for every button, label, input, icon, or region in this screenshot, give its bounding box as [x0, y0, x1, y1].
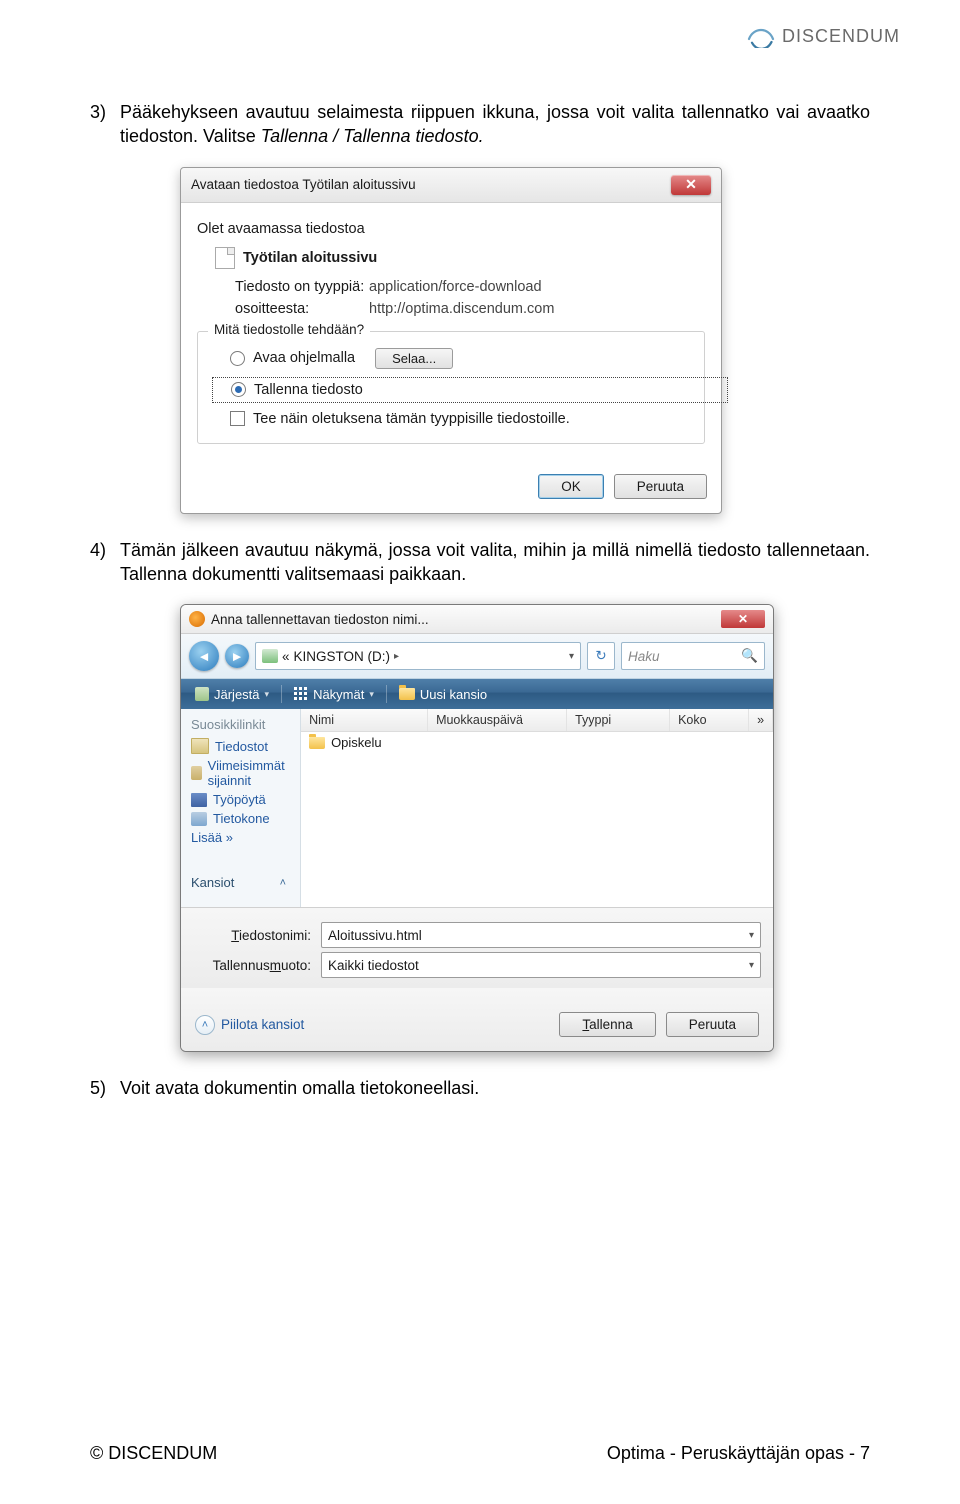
logo-swirl-icon [746, 24, 776, 48]
explorer-sidebar: Suosikkilinkit Tiedostot Viimeisimmät si… [181, 709, 301, 907]
folders-header[interactable]: Kansiot ˄ [191, 875, 290, 890]
close-button[interactable]: ✕ [721, 610, 765, 628]
browse-button[interactable]: Selaa... [375, 348, 453, 369]
refresh-button[interactable]: ↻ [587, 642, 615, 670]
file-row: Työtilan aloitussivu [197, 243, 705, 273]
desktop-icon [191, 793, 207, 807]
action-groupbox: Mitä tiedostolle tehdään? Avaa ohjelmall… [197, 331, 705, 444]
firefox-icon [189, 611, 205, 627]
brand-text: DISCENDUM [782, 26, 900, 47]
group-legend: Mitä tiedostolle tehdään? [208, 322, 370, 337]
filename-combo[interactable]: Aloitussivu.html ▾ [321, 922, 761, 948]
intro-text: Olet avaamassa tiedostoa [197, 221, 705, 237]
chevron-down-icon: ▾ [749, 930, 754, 941]
sidebar-item-computer[interactable]: Tietokone [191, 809, 290, 828]
documents-icon [191, 738, 209, 754]
sidebar-item-desktop[interactable]: Työpöytä [191, 790, 290, 809]
chevron-up-icon: ˄ [195, 1015, 215, 1035]
radio-save[interactable] [231, 382, 246, 397]
drive-icon [262, 649, 278, 663]
sidebar-item-recent[interactable]: Viimeisimmät sijainnit [191, 756, 290, 790]
save-form: TTiedostonimi:iedostonimi: Aloitussivu.h… [181, 908, 773, 988]
saveas-titlebar: Anna tallennettavan tiedoston nimi... ✕ [181, 605, 773, 634]
recent-icon [191, 766, 202, 780]
step-5: 5) Voit avata dokumentin omalla tietokon… [90, 1076, 870, 1100]
explorer-toolbar: Järjestä ▾ Näkymät ▾ Uusi kansio [181, 679, 773, 709]
download-dialog: Avataan tiedostoa Työtilan aloitussivu ✕… [180, 167, 722, 514]
sidebar-more[interactable]: Lisää » [191, 828, 290, 845]
hide-folders-toggle[interactable]: ˄ Piilota kansiot [195, 1015, 304, 1035]
radio-open[interactable] [230, 351, 245, 366]
cancel-button[interactable]: Peruuta [614, 474, 707, 499]
option-open-row[interactable]: Avaa ohjelmalla Selaa... [212, 344, 690, 373]
search-input[interactable]: Haku 🔍 [621, 642, 765, 670]
column-headers[interactable]: Nimi Muokkauspäivä Tyyppi Koko » [301, 709, 773, 732]
dialog-titlebar: Avataan tiedostoa Työtilan aloitussivu ✕ [181, 168, 721, 203]
option-save-row[interactable]: Tallenna tiedosto [212, 377, 728, 403]
remember-row[interactable]: Tee näin oletuksena tämän tyyppisille ti… [212, 407, 690, 431]
chevron-up-icon: ˄ [280, 877, 286, 889]
file-pane: Nimi Muokkauspäivä Tyyppi Koko » Opiskel… [301, 709, 773, 907]
breadcrumb-dropdown-icon[interactable]: ▾ [569, 651, 574, 662]
file-from-row: osoitteesta: http://optima.discendum.com [197, 301, 705, 317]
step-3: 3) Pääkehykseen avautuu selaimesta riipp… [90, 100, 870, 149]
save-button[interactable]: TaTallennallenna [559, 1012, 655, 1037]
nav-row: ◄ ► « KINGSTON (D:)▸ ▾ ↻ Haku 🔍 [181, 634, 773, 679]
search-icon: 🔍 [741, 648, 758, 664]
organize-icon [195, 687, 209, 701]
back-button[interactable]: ◄ [189, 641, 219, 671]
ok-button[interactable]: OK [538, 474, 604, 499]
favorites-header: Suosikkilinkit [191, 717, 290, 732]
views-button[interactable]: Näkymät ▾ [288, 685, 380, 704]
forward-button[interactable]: ► [225, 644, 249, 668]
step-4: 4) Tämän jälkeen avautuu näkymä, jossa v… [90, 538, 870, 587]
chevron-down-icon: ▾ [749, 960, 754, 971]
remember-checkbox[interactable] [230, 411, 245, 426]
new-folder-button[interactable]: Uusi kansio [393, 685, 493, 704]
new-folder-icon [399, 688, 415, 700]
filename-label: TTiedostonimi:iedostonimi: [193, 928, 321, 943]
dialog-title: Avataan tiedostoa Työtilan aloitussivu [191, 177, 416, 192]
filetype-label: Tallennusmuoto: [193, 958, 321, 973]
file-type-row: Tiedosto on tyyppiä: application/force-d… [197, 279, 705, 295]
save-as-dialog: Anna tallennettavan tiedoston nimi... ✕ … [180, 604, 774, 1052]
breadcrumb[interactable]: « KINGSTON (D:)▸ ▾ [255, 642, 581, 670]
saveas-title: Anna tallennettavan tiedoston nimi... [211, 612, 429, 627]
file-row-opiskelu[interactable]: Opiskelu [301, 732, 773, 753]
views-icon [294, 687, 308, 701]
organize-button[interactable]: Järjestä ▾ [189, 685, 275, 704]
filename: Työtilan aloitussivu [243, 250, 377, 266]
filetype-combo[interactable]: Kaikki tiedostot ▾ [321, 952, 761, 978]
footer-right: Optima - Peruskäyttäjän opas - 7 [607, 1443, 870, 1464]
computer-icon [191, 812, 207, 826]
file-icon [215, 247, 235, 269]
folder-icon [309, 737, 325, 749]
brand-logo: DISCENDUM [746, 24, 900, 48]
close-button[interactable]: ✕ [671, 175, 711, 195]
saveas-footer: ˄ Piilota kansiot TaTallennallenna Peruu… [181, 988, 773, 1051]
sidebar-item-documents[interactable]: Tiedostot [191, 736, 290, 756]
document-footer: © DISCENDUM Optima - Peruskäyttäjän opas… [90, 1443, 870, 1464]
cancel-button[interactable]: Peruuta [666, 1012, 759, 1037]
footer-left: © DISCENDUM [90, 1443, 217, 1464]
